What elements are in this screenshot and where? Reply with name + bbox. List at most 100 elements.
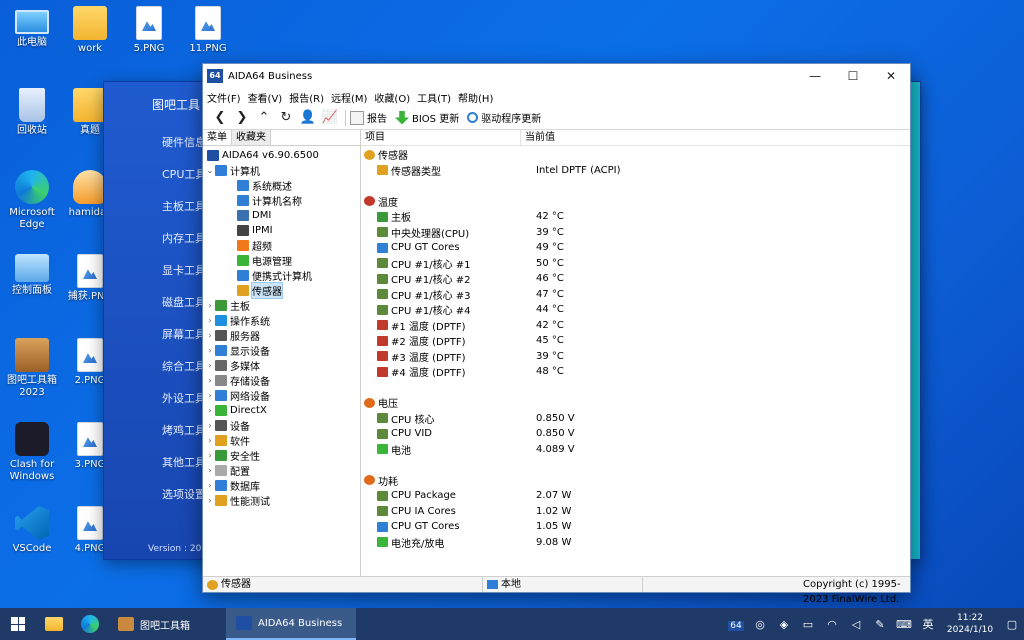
close-button[interactable]: ✕ — [872, 64, 910, 88]
desktop-icon[interactable]: Clash for Windows — [0, 422, 64, 483]
tree-node[interactable]: › 操作系统 — [203, 313, 360, 328]
tree-node[interactable]: 计算机名称 — [203, 193, 360, 208]
tree-node[interactable]: › 配置 — [203, 463, 360, 478]
tuba-menu-item[interactable]: CPU工具 — [162, 166, 206, 182]
tuba-menu-item[interactable]: 硬件信息 — [162, 134, 206, 150]
tree-node[interactable]: 超频 — [203, 238, 360, 253]
column-header-item[interactable]: 项目 — [361, 130, 521, 145]
taskbar-edge[interactable] — [72, 608, 108, 640]
maximize-button[interactable]: ☐ — [834, 64, 872, 88]
tree-node[interactable]: › 多媒体 — [203, 358, 360, 373]
tree-node[interactable]: › 服务器 — [203, 328, 360, 343]
tree-node[interactable]: › 存储设备 — [203, 373, 360, 388]
start-button[interactable] — [0, 608, 36, 640]
sensor-row[interactable]: CPU 核心 0.850 V — [361, 411, 910, 427]
tree-node[interactable]: › 数据库 — [203, 478, 360, 493]
menu-item[interactable]: 文件(F) — [207, 90, 241, 105]
tree-expander-icon[interactable]: › — [205, 316, 215, 325]
ime-indicator[interactable]: 英 — [916, 616, 940, 632]
tray-network-app-icon[interactable]: ◎ — [748, 618, 772, 631]
menu-item[interactable]: 收藏(O) — [374, 90, 410, 105]
tuba-menu-item[interactable]: 内存工具 — [162, 230, 206, 246]
menu-item[interactable]: 工具(T) — [417, 90, 451, 105]
sensor-row[interactable]: CPU #1/核心 #3 47 °C — [361, 287, 910, 303]
tree-expander-icon[interactable]: › — [205, 331, 215, 340]
sensor-row[interactable]: CPU VID 0.850 V — [361, 426, 910, 442]
bios-update-button[interactable]: BIOS 更新 — [395, 110, 459, 125]
sensor-group-row[interactable]: 温度 — [361, 194, 910, 210]
sensor-row[interactable]: #4 温度 (DPTF) 48 °C — [361, 364, 910, 380]
menu-item[interactable]: 报告(R) — [289, 90, 324, 105]
tree-expander-icon[interactable]: › — [205, 421, 215, 430]
menu-item[interactable]: 帮助(H) — [458, 90, 493, 105]
sensor-row[interactable]: 电池 4.089 V — [361, 442, 910, 458]
tree-node[interactable]: › 软件 — [203, 433, 360, 448]
clock[interactable]: 11:22 2024/1/10 — [940, 612, 1000, 636]
menu-item[interactable]: 查看(V) — [248, 90, 283, 105]
taskbar-app-button[interactable]: AIDA64 Business — [226, 608, 356, 640]
tuba-menu-item[interactable]: 选项设置 — [162, 486, 206, 502]
tab-menu[interactable]: 菜单 — [203, 130, 232, 145]
sensor-row[interactable]: #2 温度 (DPTF) 45 °C — [361, 333, 910, 349]
up-button[interactable]: ⌃ — [253, 108, 275, 128]
sensor-row[interactable]: 主板 42 °C — [361, 209, 910, 225]
tray-aida64-icon[interactable]: 64 — [724, 618, 748, 631]
aida64-window[interactable]: 64 AIDA64 Business — ☐ ✕ 文件(F) 查看(V) 报告(R)… — [202, 63, 911, 605]
tree-expander-icon[interactable]: › — [205, 466, 215, 475]
desktop-icon[interactable]: 控制面板 — [0, 254, 64, 297]
menu-item[interactable]: 远程(M) — [331, 90, 367, 105]
tree-node[interactable]: 传感器 — [203, 282, 360, 299]
sensor-row[interactable]: CPU #1/核心 #1 50 °C — [361, 256, 910, 272]
tree-expander-icon[interactable]: › — [205, 436, 215, 445]
minimize-button[interactable]: — — [796, 64, 834, 88]
sensor-group-row[interactable]: 电压 — [361, 395, 910, 411]
tuba-menu-item[interactable]: 其他工具 — [162, 454, 206, 470]
tray-volume-icon[interactable]: ◁ — [844, 618, 868, 631]
sensor-row[interactable]: 中央处理器(CPU) 39 °C — [361, 225, 910, 241]
tree-node[interactable]: 电源管理 — [203, 253, 360, 268]
desktop-icon[interactable]: 回收站 — [0, 88, 64, 137]
tree-node[interactable]: 便携式计算机 — [203, 268, 360, 283]
tree-node[interactable]: AIDA64 v6.90.6500 — [203, 148, 360, 163]
tree-node[interactable]: IPMI — [203, 223, 360, 238]
taskbar-app-button[interactable]: 图吧工具箱 — [108, 608, 226, 640]
tuba-menu-item[interactable]: 屏幕工具 — [162, 326, 206, 342]
tree-expander-icon[interactable]: › — [205, 391, 215, 400]
chart-icon[interactable]: 📈 — [319, 108, 341, 128]
sensor-group-row[interactable]: 传感器 — [361, 147, 910, 163]
tree-expander-icon[interactable]: › — [205, 376, 215, 385]
tray-battery-icon[interactable]: ▭ — [796, 618, 820, 631]
tree-expander-icon[interactable]: › — [205, 346, 215, 355]
tree-expander-icon[interactable]: › — [205, 301, 215, 310]
column-header-value[interactable]: 当前值 — [521, 130, 555, 145]
tree-expander-icon[interactable]: ⌄ — [205, 166, 215, 175]
desktop-icon[interactable]: 图吧工具箱 2023 — [0, 338, 64, 399]
sensor-row[interactable]: CPU GT Cores 1.05 W — [361, 519, 910, 535]
tree-expander-icon[interactable]: › — [205, 406, 215, 415]
tree-node[interactable]: › 性能测试 — [203, 493, 360, 508]
sensor-row[interactable]: CPU #1/核心 #4 44 °C — [361, 302, 910, 318]
desktop-icon[interactable]: work — [58, 6, 122, 55]
sensor-group-row[interactable]: 功耗 — [361, 473, 910, 489]
tree-node[interactable]: › 网络设备 — [203, 388, 360, 403]
report-button[interactable]: 报告 — [350, 110, 387, 125]
back-button[interactable]: ❮ — [209, 108, 231, 128]
sensor-row[interactable]: #3 温度 (DPTF) 39 °C — [361, 349, 910, 365]
tuba-menu-item[interactable]: 显卡工具 — [162, 262, 206, 278]
tree-node[interactable]: › DirectX — [203, 403, 360, 418]
refresh-button[interactable]: ↻ — [275, 108, 297, 128]
taskbar-file-explorer[interactable] — [36, 608, 72, 640]
desktop-icon[interactable]: 11.PNG — [176, 6, 240, 55]
sensor-row[interactable]: CPU IA Cores 1.02 W — [361, 504, 910, 520]
tuba-menu-item[interactable]: 磁盘工具 — [162, 294, 206, 310]
tree-node[interactable]: › 主板 — [203, 298, 360, 313]
tuba-menu-item[interactable]: 主板工具 — [162, 198, 206, 214]
driver-update-button[interactable]: 驱动程序更新 — [467, 110, 541, 125]
sensor-row[interactable]: CPU Package 2.07 W — [361, 488, 910, 504]
tree-node[interactable]: DMI — [203, 208, 360, 223]
sensor-row[interactable]: CPU GT Cores 49 °C — [361, 240, 910, 256]
tree-expander-icon[interactable]: › — [205, 361, 215, 370]
title-bar[interactable]: 64 AIDA64 Business — ☐ ✕ — [203, 64, 910, 88]
tray-wifi-icon[interactable]: ◠ — [820, 618, 844, 631]
tree-node[interactable]: ⌄ 计算机 — [203, 163, 360, 178]
